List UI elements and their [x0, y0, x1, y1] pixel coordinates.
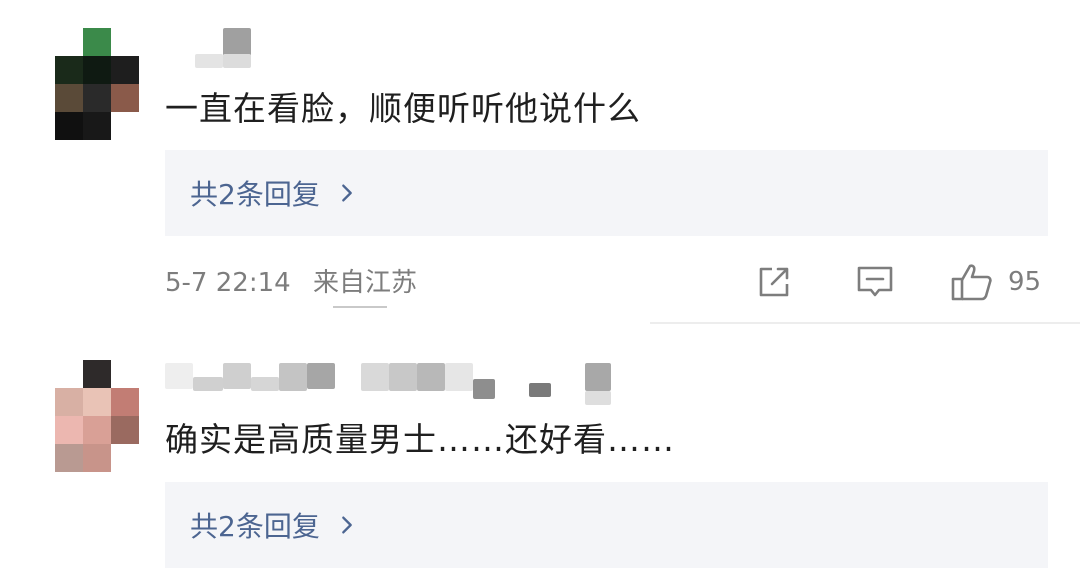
view-replies-button[interactable]: 共2条回复	[165, 482, 1048, 568]
comment-button[interactable]	[855, 262, 895, 302]
avatar[interactable]	[55, 28, 139, 140]
comment-meta: 5-7 22:14 来自江苏	[165, 262, 417, 299]
divider	[650, 322, 1080, 324]
comment-item: 一直在看脸，顺便听听他说什么 共2条回复 5-7 22:14 来自江苏 95	[0, 0, 1080, 325]
avatar[interactable]	[55, 360, 139, 472]
comment-icon	[857, 266, 893, 297]
username-redacted[interactable]	[165, 28, 255, 68]
location: 来自江苏	[312, 268, 417, 298]
comment-text: 一直在看脸，顺便听听他说什么	[165, 89, 641, 128]
replies-label: 共2条回复	[190, 510, 320, 543]
view-replies-button[interactable]: 共2条回复	[165, 150, 1048, 236]
chevron-right-icon	[341, 516, 352, 534]
comment-text: 确实是高质量男士……还好看……	[165, 420, 675, 459]
timestamp: 5-7 22:14	[165, 268, 291, 298]
thumbs-up-icon	[951, 264, 992, 301]
share-button[interactable]	[755, 262, 793, 302]
like-button[interactable]: 95	[950, 262, 1041, 302]
username-redacted[interactable]	[165, 355, 615, 405]
like-count: 95	[1008, 267, 1042, 297]
replies-label: 共2条回复	[190, 178, 320, 211]
chevron-right-icon	[341, 184, 352, 202]
share-icon	[759, 267, 789, 297]
comment-item: 确实是高质量男士……还好看…… 共2条回复	[0, 325, 1080, 568]
